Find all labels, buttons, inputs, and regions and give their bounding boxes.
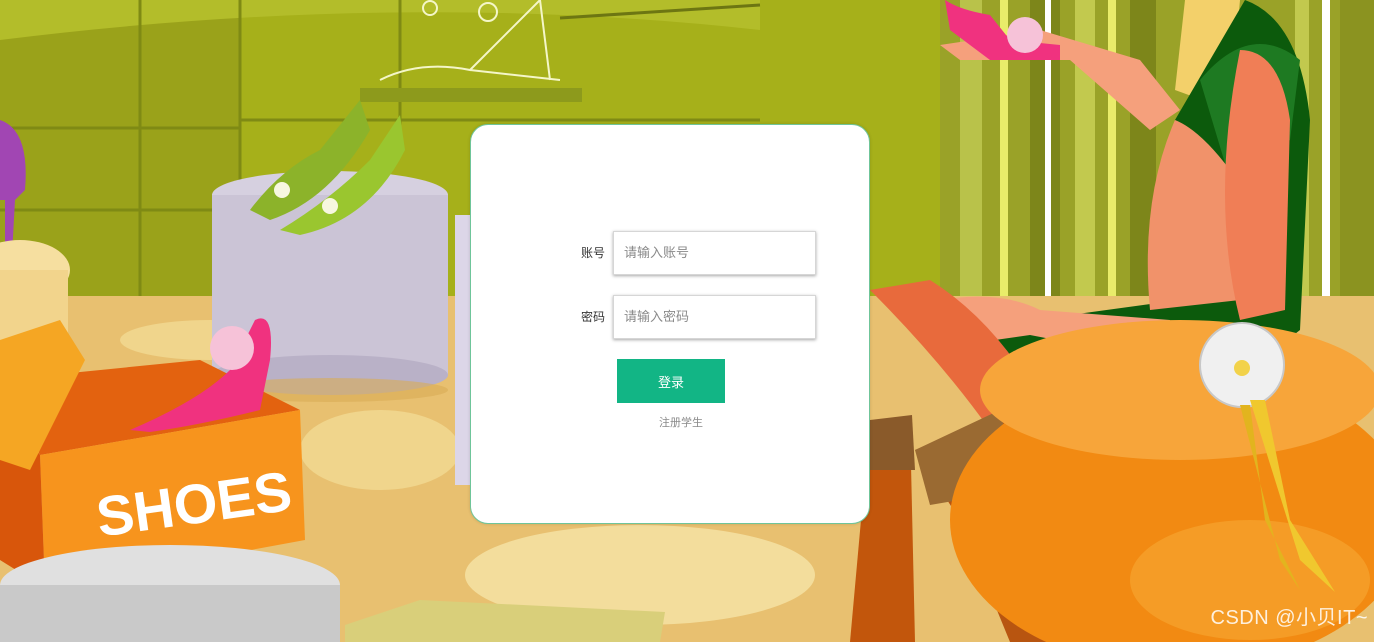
account-input[interactable] [613, 231, 816, 275]
password-row: 密码 [471, 295, 871, 339]
account-label: 账号 [580, 246, 605, 260]
login-page: SHOES 账号 请输入账号 密码 登录 注册学生 CSDN @小贝IT~ [0, 0, 1374, 642]
login-button[interactable]: 登录 [617, 359, 725, 403]
register-student-link[interactable]: 注册学生 [617, 414, 745, 430]
login-card: 账号 密码 登录 注册学生 [470, 124, 870, 524]
watermark: CSDN @小贝IT~ [1210, 607, 1368, 629]
account-row: 账号 [471, 231, 871, 275]
password-input[interactable] [613, 295, 816, 339]
password-label: 密码 [580, 310, 605, 324]
